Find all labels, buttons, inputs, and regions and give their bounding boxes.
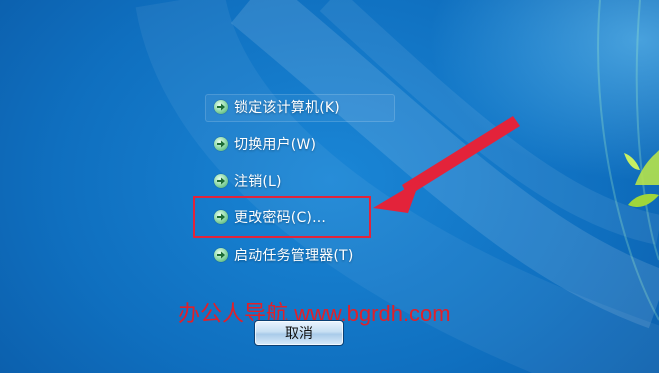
green-arrow-icon xyxy=(214,174,228,188)
green-arrow-icon xyxy=(214,248,228,262)
menu-item-switch-user[interactable]: 切换用户(W) xyxy=(214,133,316,155)
menu-item-label: 锁定该计算机(K) xyxy=(234,100,340,116)
menu-item-lock-computer[interactable]: 锁定该计算机(K) xyxy=(214,96,340,118)
menu-item-label: 切换用户(W) xyxy=(234,137,317,153)
menu-item-label: 注销(L) xyxy=(234,174,282,190)
cancel-button[interactable]: 取消 xyxy=(254,320,344,346)
annotation-highlight-box xyxy=(193,196,371,238)
menu-item-task-manager[interactable]: 启动任务管理器(T) xyxy=(214,244,353,266)
green-arrow-icon xyxy=(214,137,228,151)
green-arrow-icon xyxy=(214,100,228,114)
menu-item-log-off[interactable]: 注销(L) xyxy=(214,170,282,192)
menu-item-label: 启动任务管理器(T) xyxy=(234,248,354,264)
